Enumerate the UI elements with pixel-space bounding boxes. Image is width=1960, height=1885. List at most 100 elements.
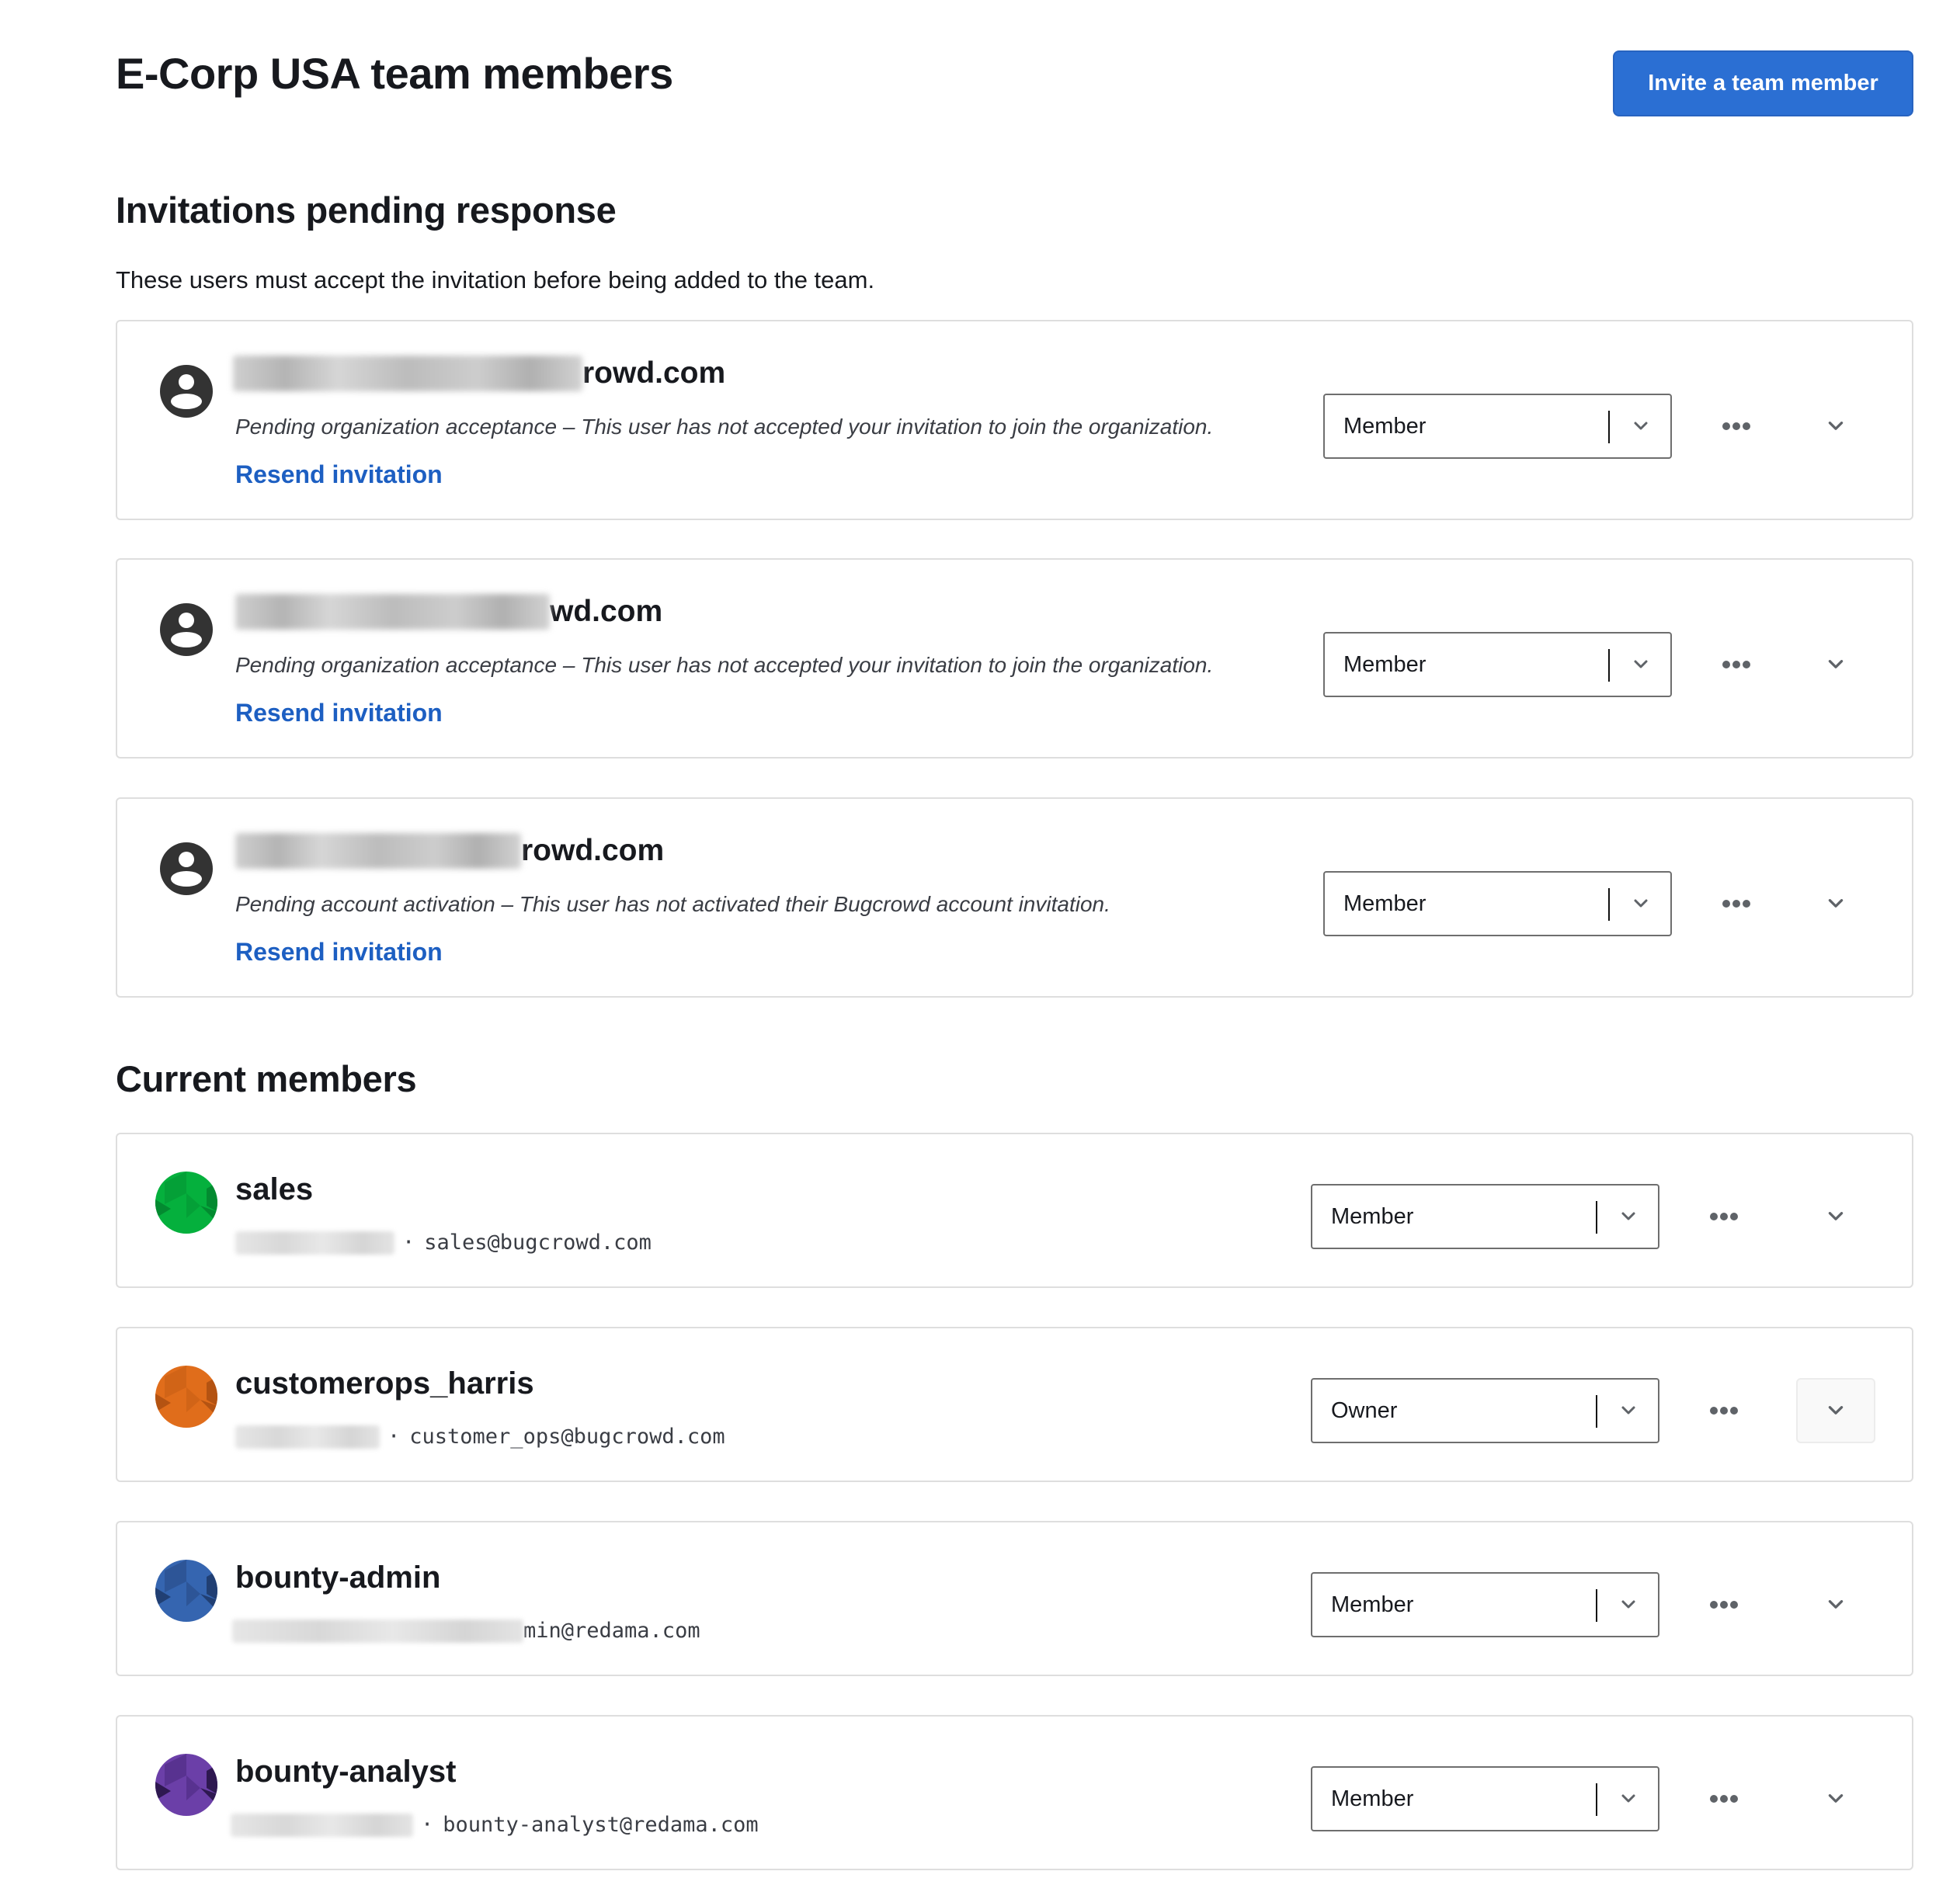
resend-invitation-link[interactable]: Resend invitation bbox=[235, 460, 443, 489]
expand-row-button[interactable] bbox=[1796, 1572, 1875, 1637]
member-username: bounty-analyst bbox=[235, 1755, 457, 1789]
member-contact: · bounty-analyst@redama.com bbox=[231, 1813, 759, 1837]
role-select[interactable]: Owner bbox=[1311, 1378, 1659, 1443]
role-select-value: Member bbox=[1343, 890, 1427, 916]
redacted-full-name bbox=[231, 1813, 413, 1837]
expand-row-button[interactable] bbox=[1796, 1184, 1875, 1249]
ellipsis-icon bbox=[1722, 422, 1750, 430]
select-divider bbox=[1596, 1201, 1597, 1234]
select-divider bbox=[1596, 1395, 1597, 1428]
member-username: customerops_harris bbox=[235, 1366, 534, 1401]
redacted-email-prefix bbox=[233, 356, 582, 391]
role-select-value: Member bbox=[1331, 1203, 1414, 1229]
user-circle-icon bbox=[160, 842, 213, 895]
member-card: bounty-admin min@redama.com Member bbox=[116, 1521, 1913, 1676]
invitee-email-suffix: rowd.com bbox=[582, 356, 726, 390]
avatar bbox=[155, 1172, 217, 1234]
select-divider bbox=[1608, 411, 1610, 443]
pending-invitation-card: rowd.com Pending organization acceptance… bbox=[116, 320, 1913, 520]
ellipsis-icon bbox=[1710, 1601, 1738, 1609]
select-divider bbox=[1608, 888, 1610, 921]
select-divider bbox=[1596, 1783, 1597, 1816]
role-select-value: Member bbox=[1343, 651, 1427, 677]
role-select[interactable]: Member bbox=[1323, 871, 1672, 936]
more-options-button[interactable] bbox=[1701, 1581, 1747, 1628]
chevron-down-icon bbox=[1634, 899, 1648, 908]
role-select-value: Member bbox=[1343, 413, 1427, 439]
redacted-full-name bbox=[235, 1425, 380, 1449]
resend-invitation-link[interactable]: Resend invitation bbox=[235, 938, 443, 967]
role-select[interactable]: Member bbox=[1311, 1766, 1659, 1831]
ellipsis-icon bbox=[1710, 1213, 1738, 1220]
separator: · bbox=[387, 1425, 401, 1449]
chevron-down-icon bbox=[1828, 899, 1844, 908]
chevron-down-icon bbox=[1621, 1600, 1635, 1609]
invitation-status-text: Pending account activation – This user h… bbox=[235, 892, 1110, 916]
more-options-button[interactable] bbox=[1713, 403, 1760, 450]
chevron-down-icon bbox=[1828, 660, 1844, 668]
redacted-email-prefix bbox=[235, 594, 550, 630]
member-contact: · customer_ops@bugcrowd.com bbox=[235, 1425, 725, 1449]
chevron-down-icon bbox=[1621, 1406, 1635, 1415]
pending-invitation-card: wd.com Pending organization acceptance –… bbox=[116, 558, 1913, 759]
invitee-email: rowd.com bbox=[235, 833, 664, 869]
ellipsis-icon bbox=[1722, 661, 1750, 668]
role-select-value: Member bbox=[1331, 1592, 1414, 1617]
chevron-down-icon bbox=[1828, 1212, 1844, 1220]
select-divider bbox=[1596, 1589, 1597, 1622]
member-card: customerops_harris · customer_ops@bugcro… bbox=[116, 1327, 1913, 1482]
invitee-email: wd.com bbox=[235, 594, 662, 630]
separator: · bbox=[421, 1813, 434, 1837]
expand-row-button[interactable] bbox=[1796, 1766, 1875, 1831]
expand-row-button[interactable] bbox=[1796, 1378, 1875, 1443]
member-contact: min@redama.com bbox=[232, 1619, 700, 1643]
invitee-email-suffix: wd.com bbox=[550, 595, 663, 628]
role-select-value: Member bbox=[1331, 1786, 1414, 1811]
avatar bbox=[155, 1754, 217, 1816]
member-email: customer_ops@bugcrowd.com bbox=[409, 1425, 725, 1449]
user-circle-icon bbox=[160, 365, 213, 418]
member-card: bounty-analyst · bounty-analyst@redama.c… bbox=[116, 1715, 1913, 1870]
chevron-down-icon bbox=[1828, 1600, 1844, 1609]
role-select[interactable]: Member bbox=[1323, 394, 1672, 459]
chevron-down-icon bbox=[1828, 1406, 1844, 1415]
chevron-down-icon bbox=[1634, 422, 1648, 430]
member-email: sales@bugcrowd.com bbox=[424, 1231, 652, 1255]
more-options-button[interactable] bbox=[1713, 641, 1760, 688]
pending-invitation-card: rowd.com Pending account activation – Th… bbox=[116, 797, 1913, 998]
chevron-down-icon bbox=[1828, 1794, 1844, 1803]
redacted-full-name bbox=[235, 1231, 394, 1255]
member-card: sales · sales@bugcrowd.com Member bbox=[116, 1133, 1913, 1288]
invite-team-member-button[interactable]: Invite a team member bbox=[1613, 50, 1913, 116]
member-email: bounty-analyst@redama.com bbox=[443, 1813, 759, 1837]
chevron-down-icon bbox=[1828, 422, 1844, 430]
member-email: min@redama.com bbox=[523, 1619, 700, 1643]
pending-section-title: Invitations pending response bbox=[116, 189, 617, 231]
expand-row-button[interactable] bbox=[1796, 871, 1875, 936]
member-username: bounty-admin bbox=[235, 1560, 441, 1595]
ellipsis-icon bbox=[1722, 900, 1750, 908]
role-select[interactable]: Member bbox=[1323, 632, 1672, 697]
select-divider bbox=[1608, 649, 1610, 682]
more-options-button[interactable] bbox=[1701, 1776, 1747, 1822]
resend-invitation-link[interactable]: Resend invitation bbox=[235, 699, 443, 727]
role-select[interactable]: Member bbox=[1311, 1572, 1659, 1637]
more-options-button[interactable] bbox=[1701, 1387, 1747, 1434]
ellipsis-icon bbox=[1710, 1407, 1738, 1415]
redacted-email-prefix bbox=[235, 833, 521, 869]
expand-row-button[interactable] bbox=[1796, 632, 1875, 697]
member-contact: · sales@bugcrowd.com bbox=[235, 1231, 652, 1255]
chevron-down-icon bbox=[1621, 1212, 1635, 1220]
invitee-email-suffix: rowd.com bbox=[521, 834, 665, 867]
redacted-full-name bbox=[232, 1619, 523, 1643]
current-members-title: Current members bbox=[116, 1058, 417, 1099]
expand-row-button[interactable] bbox=[1796, 394, 1875, 459]
pending-section-description: These users must accept the invitation b… bbox=[116, 266, 875, 293]
avatar bbox=[155, 1560, 217, 1622]
role-select-value: Owner bbox=[1331, 1397, 1398, 1423]
more-options-button[interactable] bbox=[1713, 880, 1760, 927]
page-title: E-Corp USA team members bbox=[116, 49, 673, 98]
more-options-button[interactable] bbox=[1701, 1193, 1747, 1240]
member-username: sales bbox=[235, 1172, 314, 1206]
role-select[interactable]: Member bbox=[1311, 1184, 1659, 1249]
